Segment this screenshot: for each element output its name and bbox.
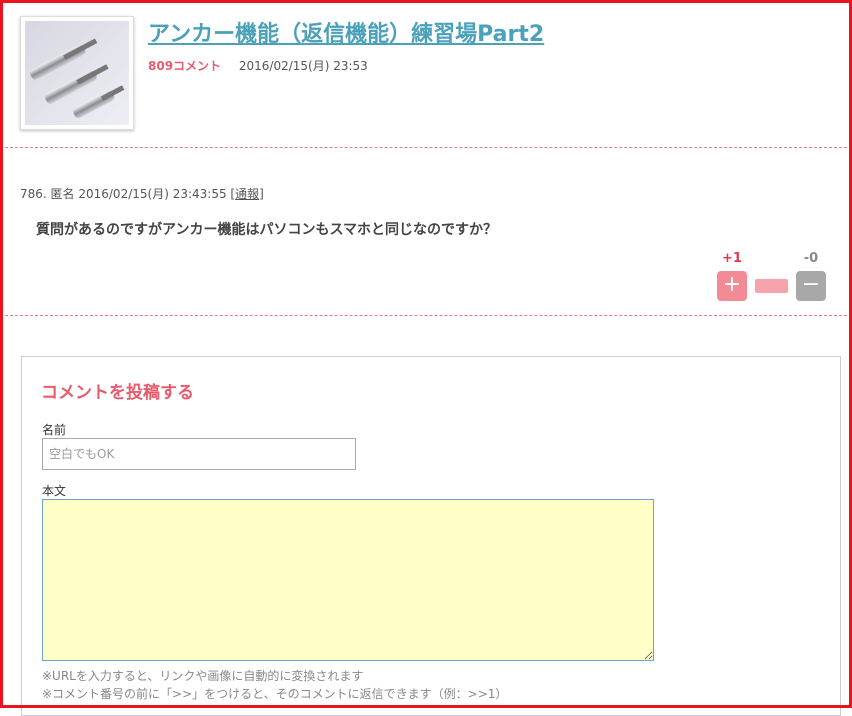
minus-count: -0 (803, 251, 819, 266)
url-note: ※URLを入力すると、リンクや画像に自動的に変換されます (42, 669, 364, 683)
plus-count: +1 (722, 251, 742, 266)
minus-vote-button[interactable]: − (796, 271, 826, 301)
post-date: 2016/02/15(月) 23:53 (238, 59, 368, 73)
comment-count-link[interactable]: 809コメント (148, 59, 221, 73)
comment-meta-end: ] (259, 187, 264, 201)
plus-vote-button[interactable]: + (717, 271, 747, 301)
divider (0, 147, 852, 148)
post-thumbnail[interactable] (20, 16, 134, 130)
comment-header: 786. 匿名 2016/02/15(月) 23:43:55 [通報] (20, 185, 264, 202)
anchor-bolts-photo-icon (25, 21, 129, 125)
vote-ratio-bar (755, 279, 788, 293)
name-input[interactable] (42, 438, 356, 470)
name-label: 名前 (42, 423, 67, 437)
reply-note: ※コメント番号の前に「>>」をつけると、そのコメントに返信できます（例：>>1） (42, 687, 508, 701)
divider (0, 315, 852, 316)
post-meta: 809コメント 2016/02/15(月) 23:53 (148, 57, 368, 74)
post-title-link[interactable]: アンカー機能（返信機能）練習場Part2 (148, 16, 544, 48)
body-label: 本文 (42, 484, 67, 498)
form-title: コメントを投稿する (41, 383, 194, 403)
comment-meta: 786. 匿名 2016/02/15(月) 23:43:55 [ (20, 187, 236, 201)
comment-body-input[interactable] (42, 499, 654, 661)
report-link[interactable]: 通報 (235, 187, 259, 201)
comment-body: 質問があるのですがアンカー機能はパソコンもスマホと同じなのですか？ (36, 222, 498, 238)
